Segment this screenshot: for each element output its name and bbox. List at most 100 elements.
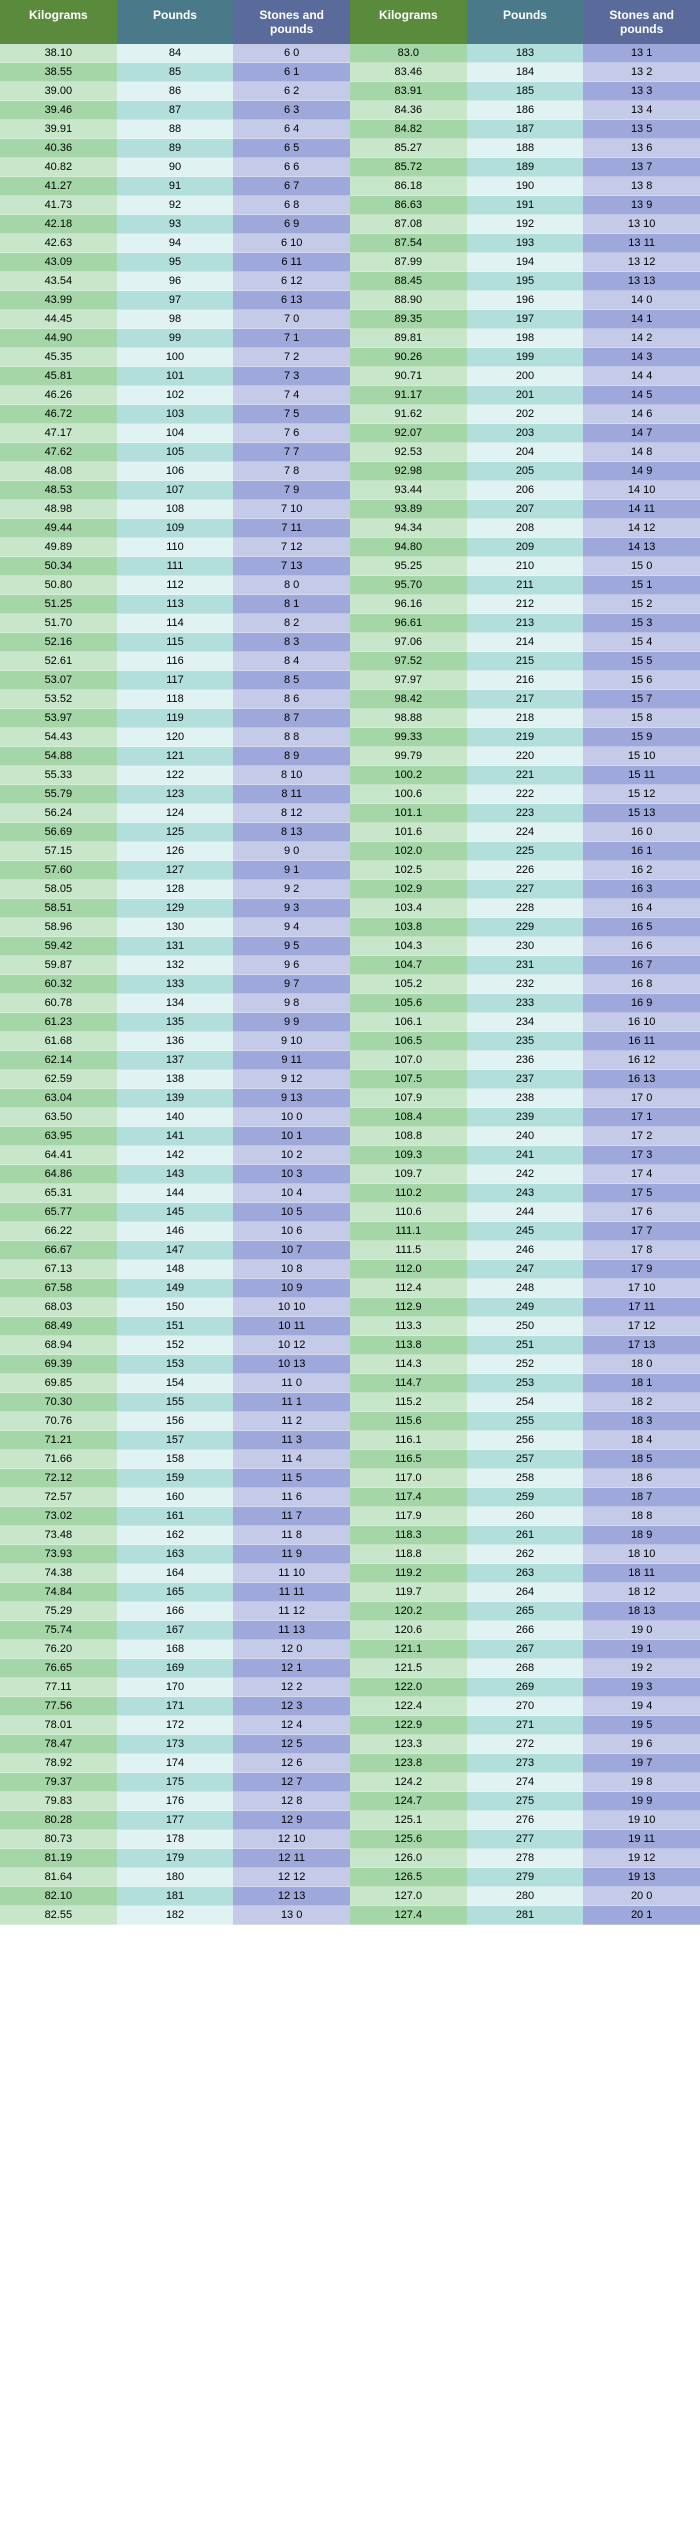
table-row: 80.7317812 10125.627719 11 [0,1830,700,1849]
cell-kg: 111.1 [350,1222,467,1241]
cell-kg: 102.5 [350,861,467,880]
cell-st: 11 7 [233,1507,350,1526]
cell-kg: 50.34 [0,557,117,576]
cell-st: 19 5 [583,1716,700,1735]
cell-lb: 179 [117,1849,234,1868]
cell-lb: 204 [467,443,584,462]
cell-lb: 261 [467,1526,584,1545]
cell-kg: 103.8 [350,918,467,937]
table-row: 42.18936 987.0819213 10 [0,215,700,234]
cell-st: 9 8 [233,994,350,1013]
cell-lb: 242 [467,1165,584,1184]
cell-st: 18 13 [583,1602,700,1621]
cell-lb: 135 [117,1013,234,1032]
table-row: 46.261027 491.1720114 5 [0,386,700,405]
cell-lb: 274 [467,1773,584,1792]
cell-kg: 75.29 [0,1602,117,1621]
cell-kg: 87.99 [350,253,467,272]
cell-lb: 130 [117,918,234,937]
cell-kg: 40.36 [0,139,117,158]
cell-lb: 273 [467,1754,584,1773]
cell-st: 19 8 [583,1773,700,1792]
cell-lb: 226 [467,861,584,880]
table-row: 38.55856 183.4618413 2 [0,63,700,82]
cell-st: 17 3 [583,1146,700,1165]
table-row: 71.6615811 4116.525718 5 [0,1450,700,1469]
cell-kg: 60.32 [0,975,117,994]
cell-st: 7 3 [233,367,350,386]
table-row: 67.1314810 8112.024717 9 [0,1260,700,1279]
cell-kg: 66.67 [0,1241,117,1260]
cell-lb: 158 [117,1450,234,1469]
table-row: 58.511299 3103.422816 4 [0,899,700,918]
table-row: 51.251138 196.1621215 2 [0,595,700,614]
cell-st: 10 12 [233,1336,350,1355]
cell-kg: 43.54 [0,272,117,291]
cell-lb: 148 [117,1260,234,1279]
table-row: 77.5617112 3122.427019 4 [0,1697,700,1716]
cell-lb: 140 [117,1108,234,1127]
cell-st: 12 1 [233,1659,350,1678]
cell-lb: 96 [117,272,234,291]
table-row: 61.231359 9106.123416 10 [0,1013,700,1032]
cell-kg: 63.95 [0,1127,117,1146]
cell-st: 7 2 [233,348,350,367]
table-row: 56.691258 13101.622416 0 [0,823,700,842]
table-row: 63.9514110 1108.824017 2 [0,1127,700,1146]
table-row: 78.0117212 4122.927119 5 [0,1716,700,1735]
cell-kg: 97.06 [350,633,467,652]
cell-st: 11 4 [233,1450,350,1469]
cell-kg: 39.91 [0,120,117,139]
cell-lb: 138 [117,1070,234,1089]
table-row: 45.351007 290.2619914 3 [0,348,700,367]
header-pounds-1: Pounds [117,0,234,44]
cell-st: 8 4 [233,652,350,671]
cell-st: 15 9 [583,728,700,747]
header-stones-2: Stones and pounds [583,0,700,44]
table-row: 48.981087 1093.8920714 11 [0,500,700,519]
cell-st: 8 12 [233,804,350,823]
cell-kg: 116.1 [350,1431,467,1450]
cell-st: 18 12 [583,1583,700,1602]
cell-st: 13 2 [583,63,700,82]
cell-lb: 153 [117,1355,234,1374]
cell-kg: 82.55 [0,1906,117,1925]
cell-lb: 227 [467,880,584,899]
cell-st: 19 13 [583,1868,700,1887]
cell-kg: 115.6 [350,1412,467,1431]
cell-kg: 66.22 [0,1222,117,1241]
cell-lb: 156 [117,1412,234,1431]
cell-lb: 252 [467,1355,584,1374]
table-row: 68.9415210 12113.825117 13 [0,1336,700,1355]
cell-kg: 73.02 [0,1507,117,1526]
table-row: 72.5716011 6117.425918 7 [0,1488,700,1507]
cell-st: 12 6 [233,1754,350,1773]
cell-kg: 61.68 [0,1032,117,1051]
cell-lb: 218 [467,709,584,728]
cell-kg: 90.71 [350,367,467,386]
cell-st: 15 1 [583,576,700,595]
cell-st: 11 10 [233,1564,350,1583]
cell-kg: 115.2 [350,1393,467,1412]
cell-lb: 256 [467,1431,584,1450]
cell-kg: 126.5 [350,1868,467,1887]
cell-lb: 87 [117,101,234,120]
cell-lb: 97 [117,291,234,310]
cell-st: 14 13 [583,538,700,557]
cell-st: 13 4 [583,101,700,120]
cell-lb: 255 [467,1412,584,1431]
cell-lb: 228 [467,899,584,918]
cell-kg: 79.37 [0,1773,117,1792]
cell-lb: 270 [467,1697,584,1716]
cell-st: 6 13 [233,291,350,310]
cell-kg: 97.97 [350,671,467,690]
cell-lb: 195 [467,272,584,291]
cell-st: 10 9 [233,1279,350,1298]
cell-st: 6 4 [233,120,350,139]
cell-kg: 54.88 [0,747,117,766]
cell-lb: 202 [467,405,584,424]
cell-kg: 56.69 [0,823,117,842]
cell-lb: 232 [467,975,584,994]
cell-st: 12 5 [233,1735,350,1754]
cell-kg: 70.30 [0,1393,117,1412]
